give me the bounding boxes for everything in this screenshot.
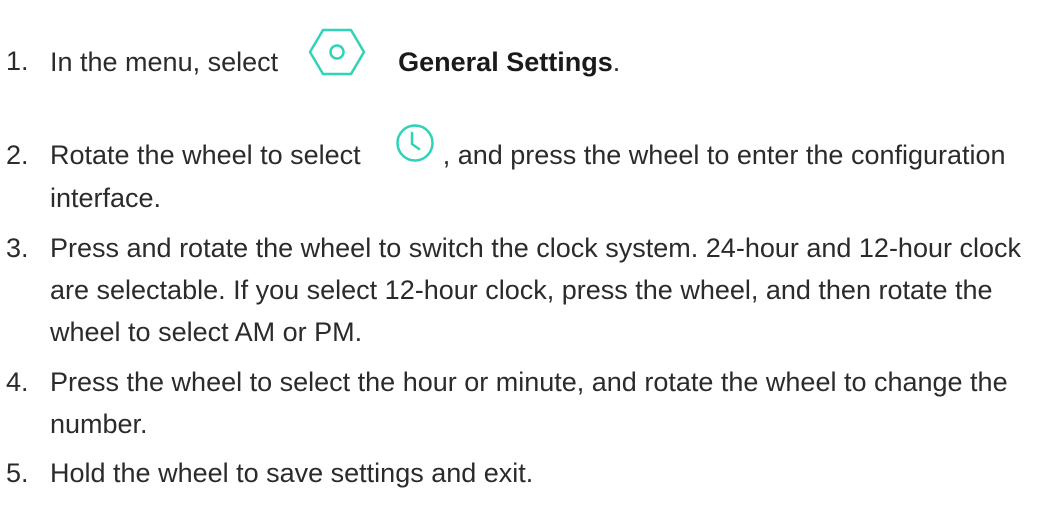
step-text-after: . (612, 47, 621, 78)
menu-item-general-settings: General Settings (398, 47, 613, 78)
step-number: 1. (6, 46, 29, 76)
step-text: Press the wheel to select the hour or mi… (50, 367, 1008, 439)
step-text: Rotate the wheel to select , and press t… (50, 124, 1056, 219)
step-text: Hold the wheel to save settings and exit… (50, 458, 534, 488)
step-4: 4. Press the wheel to select the hour or… (6, 361, 1056, 445)
step-text: In the menu, select General Settings. (50, 28, 1056, 88)
general-settings-hexagon-icon (308, 28, 366, 76)
step-text: Press and rotate the wheel to switch the… (50, 233, 1021, 347)
step-text-before: Rotate the wheel to select (50, 140, 361, 170)
step-3: 3. Press and rotate the wheel to switch … (6, 227, 1056, 353)
clock-icon (395, 123, 435, 163)
step-number: 2. (6, 140, 29, 170)
step-number: 3. (6, 233, 29, 263)
step-2: 2. Rotate the wheel to select , and pres… (6, 124, 1056, 219)
step-1: 1. In the menu, select General Settings. (6, 28, 1056, 88)
step-5: 5. Hold the wheel to save settings and e… (6, 452, 1056, 494)
step-text-before: In the menu, select (50, 47, 279, 78)
step-number: 5. (6, 458, 29, 488)
step-number: 4. (6, 367, 29, 397)
